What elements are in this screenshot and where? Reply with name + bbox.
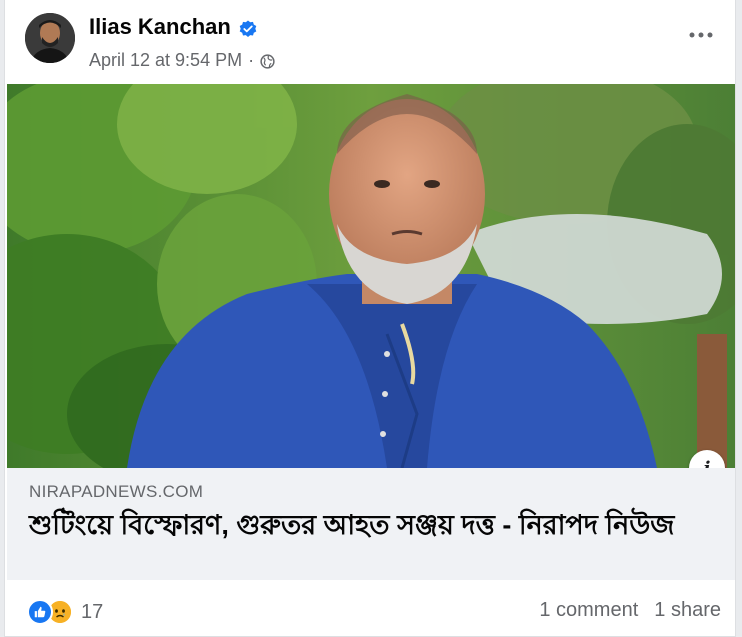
like-icon [27,599,53,625]
more-options-icon [689,32,713,38]
post-footer: 17 1 comment 1 share [5,580,735,636]
link-domain: NIRAPADNEWS.COM [29,482,204,501]
post-meta: April 12 at 9:54 PM · [89,50,275,71]
more-options-button[interactable] [681,20,721,50]
author-name[interactable]: Ilias Kanchan [89,14,231,40]
link-title[interactable]: শুটিংয়ে বিস্ফোরণ, গুরুতর আহত সঞ্জয় দত্… [29,508,719,542]
shares-count[interactable]: 1 share [654,599,721,622]
reactions-summary[interactable]: 17 [27,599,103,625]
link-preview-image[interactable]: i [7,84,735,468]
post-timestamp[interactable]: April 12 at 9:54 PM [89,50,242,71]
reaction-count: 17 [81,600,104,623]
meta-separator: · [248,50,255,70]
post-header: Ilias Kanchan April 12 at 9:54 PM · [5,0,735,80]
comments-count[interactable]: 1 comment [539,599,638,622]
verified-badge-icon [239,18,257,37]
engagement-stats: 1 comment 1 share [539,599,721,622]
post-card: Ilias Kanchan April 12 at 9:54 PM · i NI… [4,0,736,637]
globe-icon[interactable] [260,53,275,69]
author-avatar[interactable] [25,13,75,63]
author-name-row: Ilias Kanchan [89,14,257,40]
info-icon: i [703,457,711,469]
link-preview[interactable]: NIRAPADNEWS.COM শুটিংয়ে বিস্ফোরণ, গুরুত… [7,468,735,580]
